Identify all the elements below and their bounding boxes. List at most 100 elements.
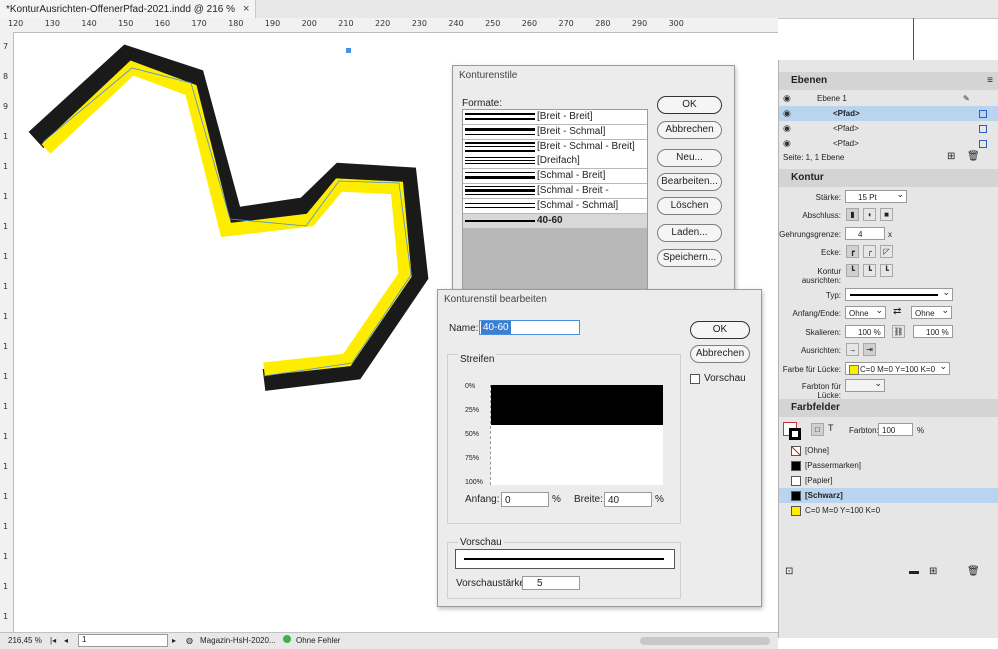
stroke-style-item[interactable]: [Dreifach] — [463, 154, 647, 169]
edit-ok-button[interactable]: OK — [690, 321, 750, 339]
stroke-style-item[interactable]: [Breit - Schmal] — [463, 124, 647, 139]
align-inside-icon[interactable]: ┗ — [863, 264, 876, 277]
luecke-dropdown[interactable]: C=0 M=0 Y=100 K=0 — [845, 360, 950, 375]
prev-page-icon[interactable]: ◂ — [64, 636, 68, 645]
link-icon[interactable]: ⛓ — [892, 325, 905, 338]
new-layer-icon[interactable]: ⊞ — [947, 151, 955, 162]
folder-icon[interactable]: ▬ — [909, 566, 919, 577]
join-bevel-icon[interactable]: ◸ — [880, 245, 893, 258]
anfang-dropdown[interactable]: Ohne — [845, 304, 886, 319]
arrow-align-alt-icon[interactable]: ⇥ — [863, 343, 876, 356]
vorschaustaerke-input[interactable]: 5 — [522, 576, 580, 590]
stroke-style-item[interactable]: [Breit - Breit] — [463, 110, 647, 124]
yellow-swatch — [849, 365, 859, 375]
anfang-ende-label: Anfang/Ende: — [792, 309, 841, 318]
swatch-row[interactable]: [Ohne] — [779, 443, 998, 458]
stroke-style-item[interactable]: [Schmal - Breit] — [463, 169, 647, 184]
skalieren-b-input[interactable]: 100 % — [913, 325, 953, 338]
loeschen-button[interactable]: Löschen — [657, 197, 722, 215]
layer-row[interactable]: ◉ Ebene 1 ✎ — [779, 91, 998, 106]
breite-input[interactable]: 40 — [604, 492, 652, 507]
path-layer-item[interactable]: ◉ <Pfad> — [779, 121, 998, 136]
join-round-icon[interactable]: ╭ — [863, 245, 876, 258]
laden-button[interactable]: Laden... — [657, 224, 722, 242]
stripe-editor[interactable] — [490, 385, 663, 485]
kontur-panel-header[interactable]: Kontur — [779, 169, 998, 187]
anfang-input[interactable]: 0 — [501, 492, 549, 507]
file-name[interactable]: Magazin-HsH-2020... — [200, 636, 276, 645]
new-swatch-group-icon[interactable]: ⊡ — [785, 566, 793, 577]
stroke-style-list[interactable]: [Breit - Breit] [Breit - Schmal] [Breit - … — [462, 109, 648, 293]
cap-butt-icon[interactable]: ▮ — [846, 208, 859, 221]
farbton-luecke-field[interactable] — [845, 377, 885, 392]
ruler-tick-label: 1 — [3, 162, 9, 171]
stroke-style-item[interactable]: [Schmal - Schmal] — [463, 198, 647, 213]
swatch-row[interactable]: [Passermarken] — [779, 458, 998, 473]
formatting-text-icon[interactable]: T — [828, 423, 834, 433]
fill-stroke-icon[interactable] — [783, 422, 803, 442]
farbton-input[interactable]: 100 — [878, 423, 913, 436]
panel-menu-icon[interactable]: ≡ — [987, 72, 993, 90]
selection-square-icon[interactable] — [979, 125, 987, 133]
swatch-name: [Ohne] — [805, 446, 830, 455]
ok-button[interactable]: OK — [657, 96, 722, 114]
close-icon[interactable]: × — [243, 3, 249, 15]
stripe-bar[interactable] — [491, 385, 663, 425]
horizontal-scrollbar[interactable] — [640, 637, 770, 645]
formatting-container-icon[interactable]: □ — [811, 423, 824, 436]
cap-square-icon[interactable]: ■ — [880, 208, 893, 221]
selection-square-icon[interactable] — [979, 110, 987, 118]
eye-icon[interactable]: ◉ — [783, 91, 791, 106]
staerke-field[interactable]: 15 Pt — [845, 188, 907, 203]
align-outside-icon[interactable]: ┗ — [880, 264, 893, 277]
selection-square-icon[interactable] — [979, 140, 987, 148]
checkbox-box[interactable] — [690, 373, 700, 384]
stroke-style-item[interactable]: 40-60 — [463, 213, 647, 228]
eye-icon[interactable]: ◉ — [783, 121, 791, 136]
error-status[interactable]: Ohne Fehler — [296, 636, 340, 645]
document-tab-bar: *KonturAusrichten-OffenerPfad-2021.indd … — [0, 0, 998, 19]
swatch-row[interactable]: [Schwarz] — [779, 488, 998, 503]
neu-button[interactable]: Neu... — [657, 149, 722, 167]
swatch-row[interactable]: [Papier] — [779, 473, 998, 488]
typ-dropdown[interactable] — [845, 286, 953, 301]
page-number: 1 — [82, 635, 87, 644]
ruler-tick-label: 260 — [521, 19, 538, 28]
ende-dropdown[interactable]: Ohne — [911, 304, 952, 319]
delete-swatch-icon[interactable]: 🗑 — [967, 566, 980, 577]
next-page-icon[interactable]: ▸ — [172, 636, 176, 645]
abbrechen-button[interactable]: Abbrechen — [657, 121, 722, 139]
vorschau-checkbox[interactable]: Vorschau — [690, 373, 746, 384]
trash-icon[interactable]: 🗑 — [967, 151, 980, 162]
stroke-style-item[interactable]: [Breit - Schmal - Breit] — [463, 139, 647, 154]
name-input[interactable]: 40-60 — [479, 320, 580, 335]
zoom-field[interactable]: 216,45 % — [8, 636, 42, 645]
path-layer-item[interactable]: ◉ <Pfad> — [779, 106, 998, 121]
eye-icon[interactable]: ◉ — [783, 106, 791, 121]
first-page-icon[interactable]: |◂ — [50, 636, 56, 645]
layer-name: Ebene 1 — [817, 94, 847, 103]
stroke-style-preview — [465, 186, 535, 195]
ebenen-panel-header[interactable]: Ebenen ≡ — [779, 72, 998, 90]
path-layer-item[interactable]: ◉ <Pfad> — [779, 136, 998, 151]
anchor-point — [346, 48, 351, 53]
join-miter-icon[interactable]: ┏ — [846, 245, 859, 258]
cap-round-icon[interactable]: ◖ — [863, 208, 876, 221]
swatch-row[interactable]: C=0 M=0 Y=100 K=0 — [779, 503, 998, 518]
new-swatch-icon[interactable]: ⊞ — [929, 566, 937, 577]
eye-icon[interactable]: ◉ — [783, 136, 791, 151]
document-tab[interactable]: *KonturAusrichten-OffenerPfad-2021.indd … — [0, 0, 257, 18]
speichern-button[interactable]: Speichern... — [657, 249, 722, 267]
swap-icon[interactable]: ⇄ — [893, 306, 901, 317]
gehrung-input[interactable]: 4 — [845, 227, 885, 240]
farbfelder-panel-header[interactable]: Farbfelder — [779, 399, 998, 417]
edit-abbrechen-button[interactable]: Abbrechen — [690, 345, 750, 363]
page-select[interactable]: 1 — [78, 634, 168, 647]
skalieren-a-input[interactable]: 100 % — [845, 325, 885, 338]
arrow-align-icon[interactable]: → — [846, 343, 859, 356]
ruler-tick-label: 1 — [3, 402, 9, 411]
align-center-icon[interactable]: ┗ — [846, 264, 859, 277]
bearbeiten-button[interactable]: Bearbeiten... — [657, 173, 722, 191]
stroke-style-item[interactable]: [Schmal - Breit - Schmal] — [463, 184, 647, 210]
vorschaustaerke-label: Vorschaustärke: — [456, 578, 528, 589]
